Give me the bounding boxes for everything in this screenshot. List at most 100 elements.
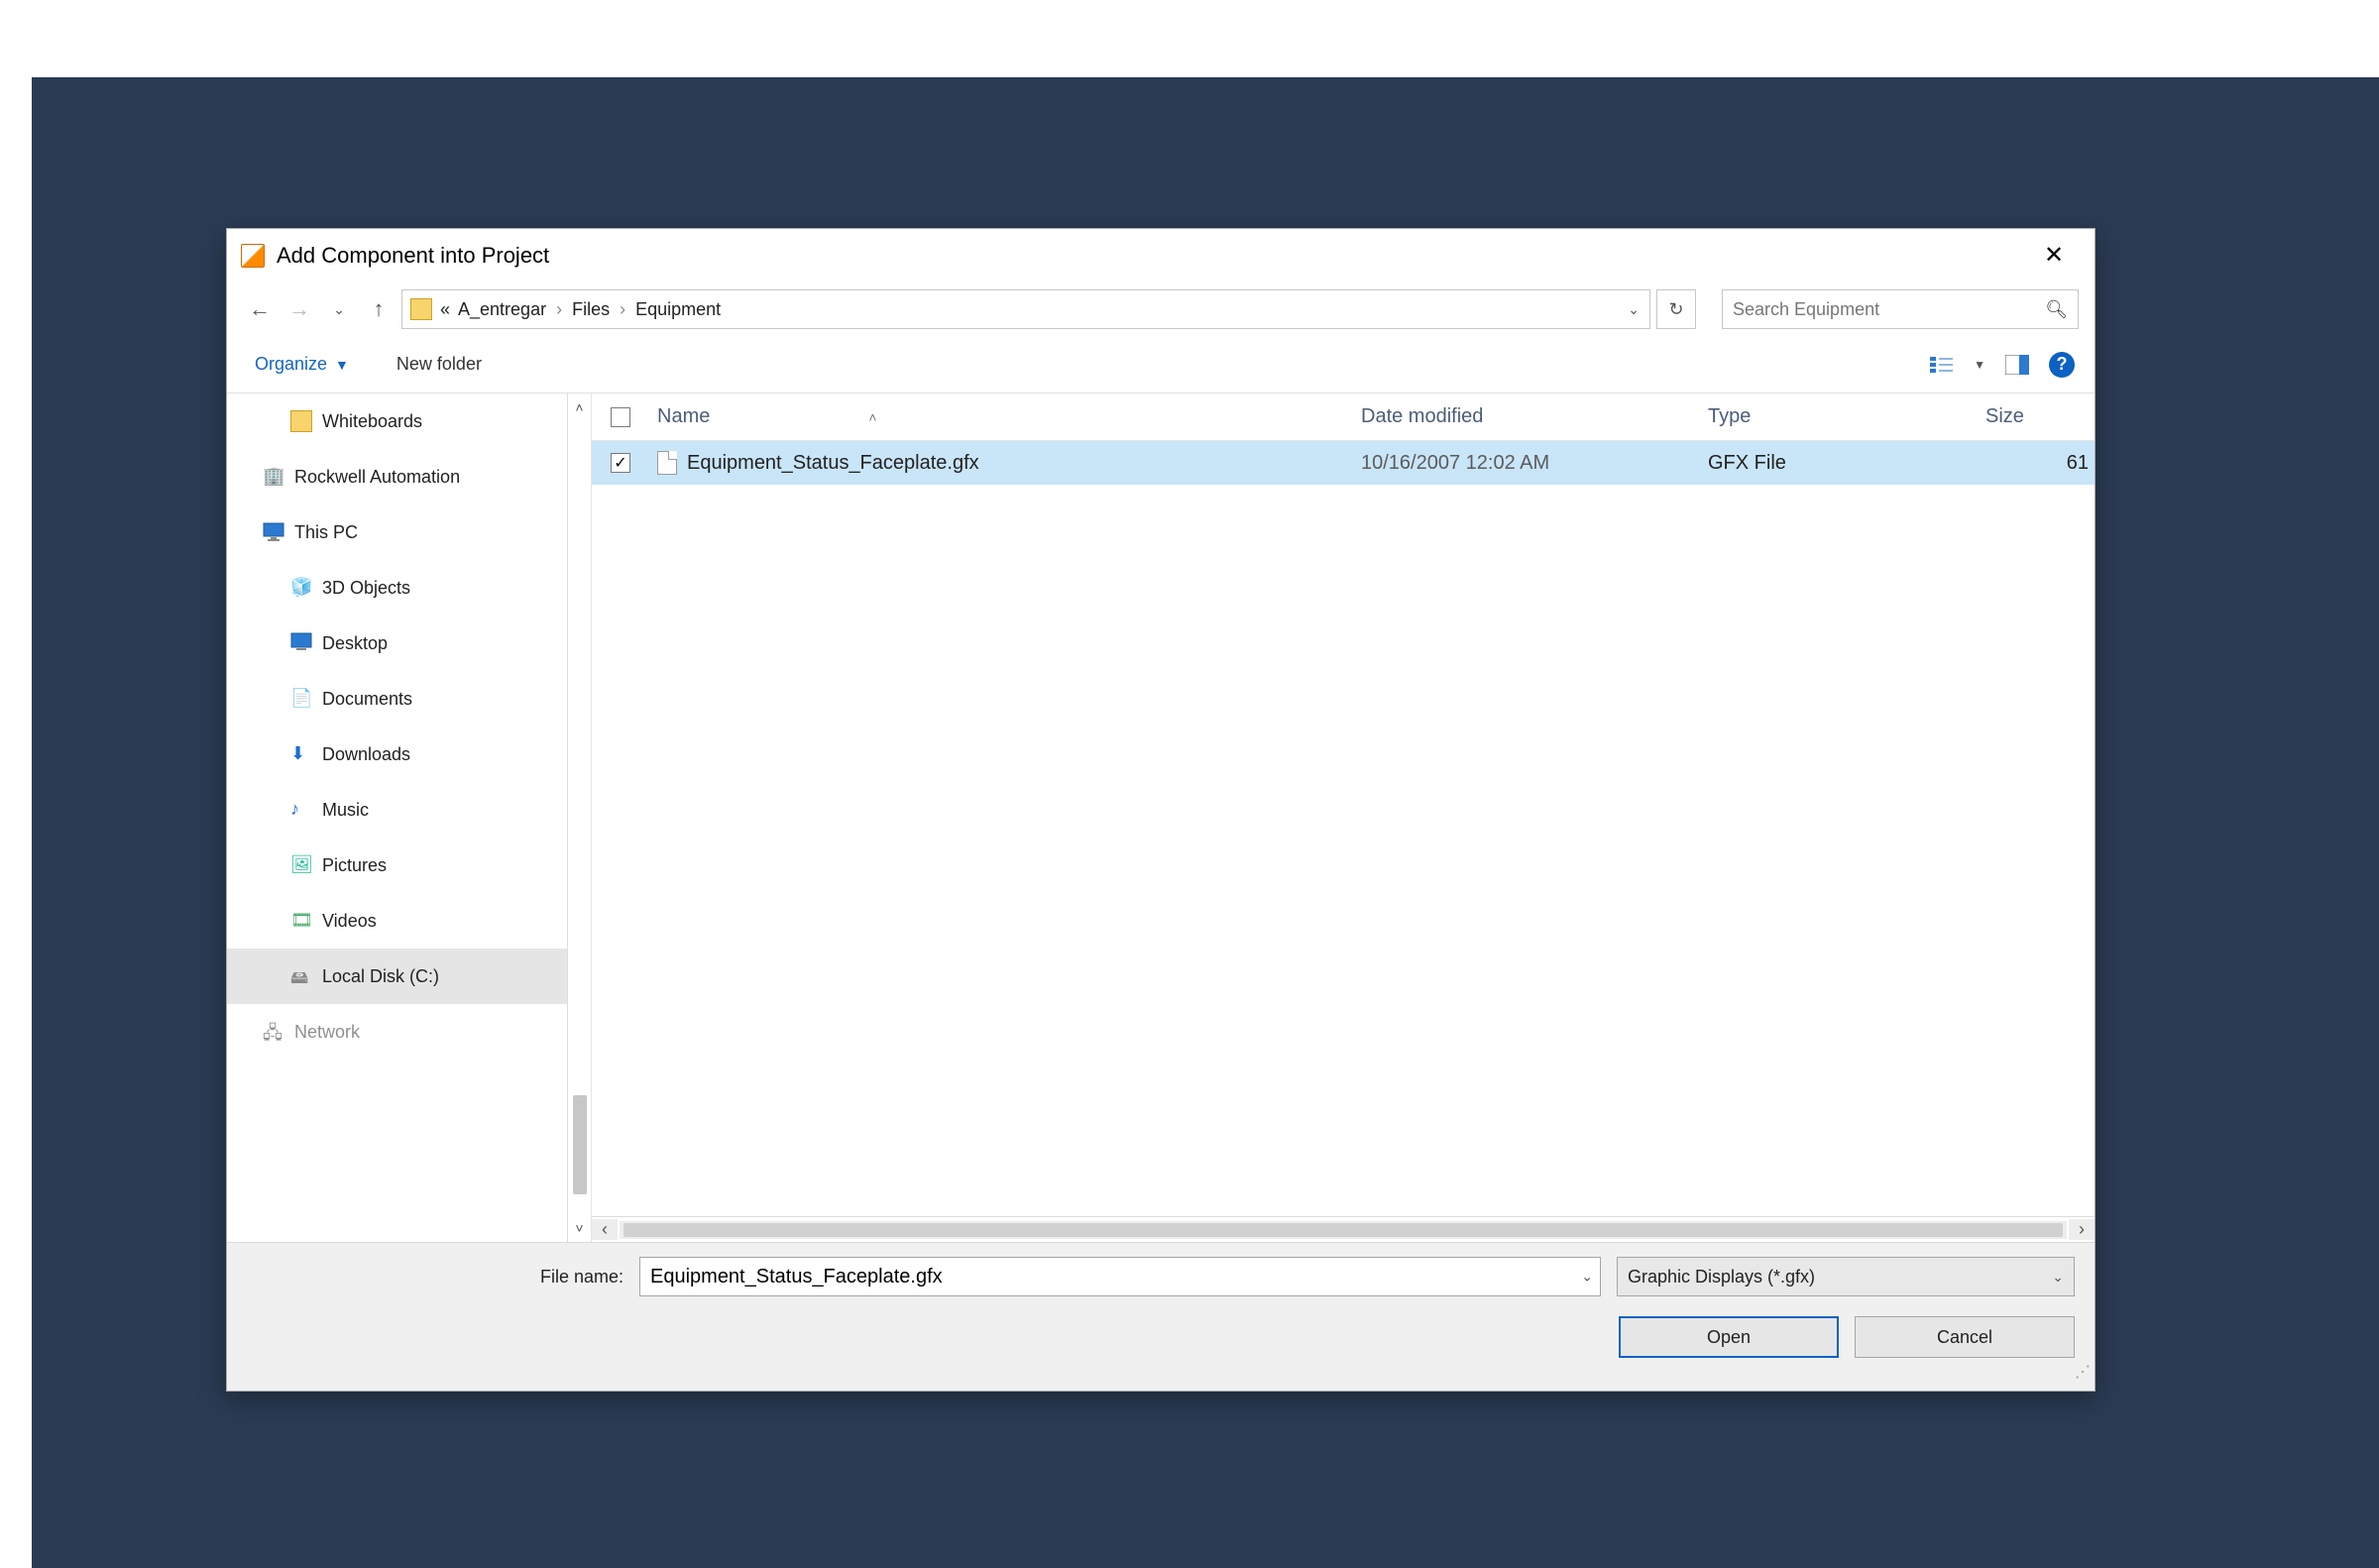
- sidebar-item-label: Local Disk (C:): [322, 966, 439, 987]
- view-options: ▼ ?: [1928, 352, 2075, 378]
- filename-label: File name:: [247, 1267, 623, 1288]
- sidebar-item-videos[interactable]: 🎞 Videos: [227, 893, 567, 949]
- scrollbar-track[interactable]: [620, 1221, 2067, 1239]
- file-checkbox[interactable]: ✓: [611, 453, 630, 473]
- view-list-icon[interactable]: [1928, 353, 1956, 377]
- sidebar-item-music[interactable]: ♪ Music: [227, 782, 567, 838]
- sidebar-item-label: 3D Objects: [322, 578, 410, 599]
- sidebar-item-localdisk[interactable]: 🖴 Local Disk (C:): [227, 949, 567, 1004]
- nav-scrollbar[interactable]: ˄ ˅: [567, 393, 591, 1242]
- sidebar-item-network[interactable]: 🖧 Network: [227, 1004, 567, 1060]
- sidebar-item-3dobjects[interactable]: 🧊 3D Objects: [227, 560, 567, 616]
- search-placeholder: Search Equipment: [1733, 299, 1879, 320]
- sidebar-item-label: Documents: [322, 689, 412, 710]
- sidebar-item-desktop[interactable]: Desktop: [227, 616, 567, 671]
- file-type: GFX File: [1708, 452, 1985, 475]
- filename-input[interactable]: [639, 1257, 1601, 1296]
- breadcrumb-part[interactable]: A_entregar: [458, 299, 546, 320]
- search-box[interactable]: Search Equipment 🔍︎: [1722, 289, 2079, 329]
- sidebar-item-thispc[interactable]: This PC: [227, 504, 567, 560]
- file-row[interactable]: ✓ Equipment_Status_Faceplate.gfx 10/16/2…: [592, 441, 2095, 485]
- chevron-down-icon[interactable]: ˅: [575, 1214, 583, 1242]
- cancel-button[interactable]: Cancel: [1855, 1316, 2075, 1358]
- sidebar-item-label: Whiteboards: [322, 411, 422, 432]
- app-icon: [241, 244, 265, 268]
- breadcrumb-history-dropdown[interactable]: ⌄: [1628, 301, 1640, 318]
- file-name: Equipment_Status_Faceplate.gfx: [687, 452, 979, 475]
- download-icon: ⬇: [290, 743, 312, 765]
- help-icon[interactable]: ?: [2049, 352, 2075, 378]
- titlebar: Add Component into Project ✕: [227, 229, 2095, 282]
- scrollbar-thumb[interactable]: [623, 1223, 2063, 1237]
- nav-forward-button[interactable]: →: [283, 296, 316, 322]
- building-icon: 🏢: [263, 466, 284, 488]
- chevron-down-icon[interactable]: ▼: [335, 357, 349, 373]
- sidebar-item-rockwell[interactable]: 🏢 Rockwell Automation: [227, 449, 567, 504]
- address-bar-row: ← → ⌄ ↑ « A_entregar › Files › Equipment…: [227, 282, 2095, 336]
- file-size: 61: [1985, 452, 2095, 475]
- breadcrumb-bar[interactable]: « A_entregar › Files › Equipment ⌄: [401, 289, 1650, 329]
- 3d-objects-icon: 🧊: [290, 577, 312, 599]
- folder-icon: [290, 410, 312, 432]
- new-folder-button[interactable]: New folder: [396, 354, 482, 375]
- scroll-right-icon[interactable]: ›: [2069, 1219, 2095, 1240]
- sidebar-item-pictures[interactable]: 🖼 Pictures: [227, 838, 567, 893]
- drive-icon: 🖴: [290, 965, 312, 987]
- organize-menu[interactable]: Organize: [255, 354, 327, 375]
- folder-icon: [410, 298, 432, 320]
- sidebar-item-whiteboards[interactable]: Whiteboards: [227, 393, 567, 449]
- toolbar: Organize ▼ New folder ▼ ?: [227, 336, 2095, 393]
- pc-icon: [263, 521, 284, 543]
- breadcrumb-part[interactable]: Files: [572, 299, 610, 320]
- chevron-right-icon[interactable]: ›: [546, 299, 572, 320]
- column-name[interactable]: Name ˄: [649, 405, 1361, 428]
- file-list-pane: Name ˄ Date modified Type Size ✓ Equipme…: [592, 393, 2095, 1242]
- search-icon[interactable]: 🔍︎: [2045, 299, 2068, 320]
- filename-history-dropdown[interactable]: ⌄: [1581, 1269, 1593, 1286]
- select-all-checkbox[interactable]: [611, 407, 630, 427]
- recent-locations-dropdown[interactable]: ⌄: [322, 301, 356, 318]
- column-type[interactable]: Type: [1708, 405, 1985, 428]
- sidebar-item-label: Network: [294, 1022, 360, 1043]
- scroll-left-icon[interactable]: ‹: [592, 1219, 618, 1240]
- documents-icon: 📄: [290, 688, 312, 710]
- dialog-footer: File name: ⌄ Graphic Displays (*.gfx) ⌄ …: [227, 1242, 2095, 1391]
- sidebar-item-downloads[interactable]: ⬇ Downloads: [227, 727, 567, 782]
- chevron-right-icon[interactable]: ›: [610, 299, 635, 320]
- scrollbar-thumb[interactable]: [573, 1095, 587, 1194]
- sidebar-item-label: This PC: [294, 522, 358, 543]
- navigation-pane: Whiteboards 🏢 Rockwell Automation This P…: [227, 393, 592, 1242]
- horizontal-scrollbar[interactable]: ‹ ›: [592, 1216, 2095, 1242]
- window-title: Add Component into Project: [277, 243, 2027, 269]
- sidebar-item-label: Pictures: [322, 855, 387, 876]
- refresh-button[interactable]: ↻: [1656, 289, 1696, 329]
- breadcrumb-part[interactable]: Equipment: [635, 299, 721, 320]
- resize-grip[interactable]: ⋰: [2073, 1369, 2091, 1387]
- pictures-icon: 🖼: [290, 854, 312, 876]
- chevron-up-icon[interactable]: ˄: [575, 393, 583, 421]
- file-date: 10/16/2007 12:02 AM: [1361, 452, 1708, 475]
- column-size[interactable]: Size: [1985, 405, 2095, 428]
- file-open-dialog: Add Component into Project ✕ ← → ⌄ ↑ « A…: [226, 228, 2096, 1392]
- breadcrumb-prefix: «: [440, 299, 450, 320]
- nav-back-button[interactable]: ←: [243, 296, 277, 322]
- chevron-down-icon[interactable]: ▼: [1974, 358, 1985, 372]
- column-headers: Name ˄ Date modified Type Size: [592, 393, 2095, 441]
- preview-pane-icon[interactable]: [2003, 353, 2031, 377]
- sort-ascending-icon: ˄: [868, 409, 876, 425]
- sidebar-item-label: Videos: [322, 911, 377, 932]
- nav-up-button[interactable]: ↑: [362, 296, 396, 322]
- column-date[interactable]: Date modified: [1361, 405, 1708, 428]
- sidebar-item-label: Downloads: [322, 744, 410, 765]
- sidebar-item-label: Desktop: [322, 633, 388, 654]
- open-button[interactable]: Open: [1619, 1316, 1839, 1358]
- file-icon: [657, 451, 677, 475]
- close-button[interactable]: ✕: [2027, 232, 2081, 280]
- filter-label: Graphic Displays (*.gfx): [1628, 1267, 1815, 1288]
- desktop-icon: [290, 632, 312, 654]
- file-type-filter[interactable]: Graphic Displays (*.gfx) ⌄: [1617, 1257, 2075, 1296]
- music-icon: ♪: [290, 799, 312, 821]
- network-icon: 🖧: [263, 1021, 284, 1043]
- videos-icon: 🎞: [290, 910, 312, 932]
- sidebar-item-documents[interactable]: 📄 Documents: [227, 671, 567, 727]
